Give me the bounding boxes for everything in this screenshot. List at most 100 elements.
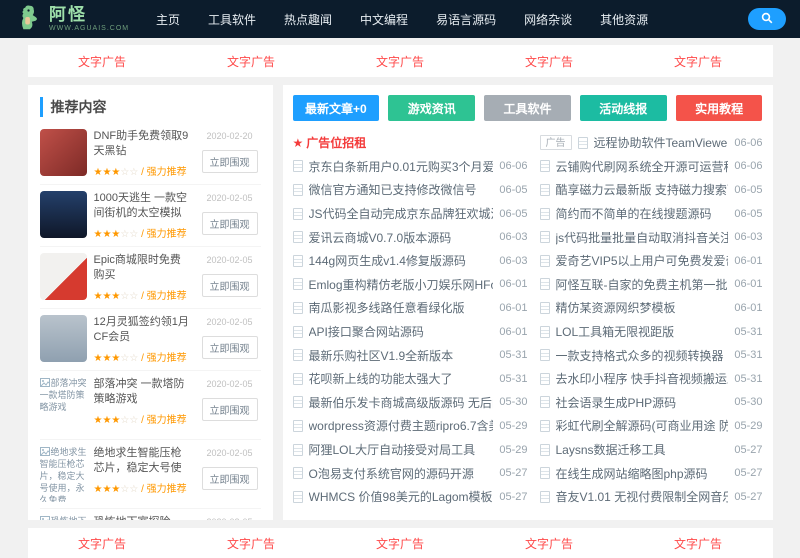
recommend-item[interactable]: 绝地求生智能压枪芯片，稳定大号使用，永久免费 绝地求生智能压枪芯片，稳定大号使用… [39, 440, 261, 509]
text-ad-link[interactable]: 文字广告 [376, 535, 424, 552]
article-row[interactable]: ★ 酷享磁力云最新版 支持磁力搜索下载和一... 06-05 [528, 178, 763, 202]
article-title[interactable]: 社会语录生成PHP源码 [556, 394, 729, 411]
text-ad-link[interactable]: 文字广告 [376, 53, 424, 70]
article-title[interactable]: 爱奇艺VIP5以上用户可免费发爱奇艺VIP红包 [556, 252, 729, 269]
article-row[interactable]: ★ 社会语录生成PHP源码 05-30 [528, 391, 763, 415]
article-title[interactable]: 远程协助软件TeamViewer v11 单文件版 [594, 134, 729, 151]
text-ad-link[interactable]: 文字广告 [78, 53, 126, 70]
article-title[interactable]: 精仿某资源网织梦模板 [556, 299, 729, 316]
article-row[interactable]: ★ js代码批量批量自动取消抖音关注 06-03 [528, 225, 763, 249]
article-title[interactable]: 微信官方通知已支持修改微信号 [309, 181, 494, 198]
article-title[interactable]: js代码批量批量自动取消抖音关注 [556, 229, 729, 246]
article-row[interactable]: ★ 在线生成网站缩略图php源码 05-27 [528, 461, 763, 485]
article-title[interactable]: 阿怪互联-自家的免费主机第一批正式开启 [556, 276, 729, 293]
recommend-item[interactable]: Epic商城限时免费购买《SUPERHOT》游戏 ★★★☆☆ / 强力推荐 20… [39, 247, 261, 309]
article-row[interactable]: ★ 精仿某资源网织梦模板 06-01 [528, 296, 763, 320]
watch-now-button[interactable]: 立即围观 [201, 274, 258, 297]
article-title[interactable]: 一款支持格式众多的视频转换器 [556, 347, 729, 364]
recommend-item[interactable]: 部落冲突 一款塔防策略游戏 部落冲突 一款塔防策略游戏 ★★★☆☆ / 强力推荐… [39, 371, 261, 440]
watch-now-button[interactable]: 立即围观 [201, 336, 258, 359]
article-row[interactable]: ★ 阿怪互联-自家的免费主机第一批正式开启 06-01 [528, 273, 763, 297]
article-title[interactable]: 南瓜影视多线路任意看绿化版 [309, 299, 494, 316]
article-title[interactable]: 音友V1.01 无视付费限制全网音乐无损免费... [556, 488, 729, 505]
article-row[interactable]: ★ 最新乐购社区V1.9全新版本 05-31 [292, 343, 528, 367]
article-title[interactable]: LOL工具箱无限视距版 [556, 323, 729, 340]
article-row[interactable]: ★ 去水印小程序 快手抖音视频搬运工上热门... 05-31 [528, 367, 763, 391]
article-title[interactable]: Laysns数据迁移工具 [556, 441, 729, 458]
article-row[interactable]: ★ 京东白条新用户0.01元购买3个月爱奇艺黄... 06-06 [292, 155, 528, 179]
search-button[interactable] [748, 8, 786, 30]
article-row[interactable]: ★ 一款支持格式众多的视频转换器 05-31 [528, 343, 763, 367]
article-title[interactable]: 简约而不简单的在线搜题源码 [556, 205, 729, 222]
article-row[interactable]: ★ 音友V1.01 无视付费限制全网音乐无损免费... 05-27 [528, 485, 763, 509]
article-title[interactable]: 144g网页生成v1.4修复版源码 [309, 252, 494, 269]
article-title[interactable]: 京东白条新用户0.01元购买3个月爱奇艺黄... [309, 158, 494, 175]
article-title[interactable]: wordpress资源付费主题ripro6.7含美化包... [309, 417, 494, 434]
nav-item[interactable]: 工具软件 [208, 11, 256, 28]
article-title[interactable]: 去水印小程序 快手抖音视频搬运工上热门... [556, 370, 729, 387]
article-row[interactable]: ★ 爱讯云商城V0.7.0版本源码 06-03 [292, 225, 528, 249]
article-title[interactable]: 最新伯乐发卡商城高级版源码 无后门 [309, 394, 494, 411]
article-row[interactable]: ★ Laysns数据迁移工具 05-27 [528, 438, 763, 462]
article-title[interactable]: O泡易支付系统官网的源码开源 [309, 465, 494, 482]
text-ad-link[interactable]: 文字广告 [78, 535, 126, 552]
article-title[interactable]: 云铺购代刷网系统全开源可运营程序搭建 [556, 158, 729, 175]
article-row[interactable]: ★ 云铺购代刷网系统全开源可运营程序搭建 06-06 [528, 155, 763, 179]
recommend-item[interactable]: DNF助手免费领取9天黑钻 ★★★☆☆ / 强力推荐 2020-02-20 立即… [39, 123, 261, 185]
article-row[interactable]: ★ 广告 远程协助软件TeamViewer v11 单文件版 06-06 [528, 131, 763, 155]
recommend-item[interactable]: 12月灵狐签约领1月CF会员 ★★★☆☆ / 强力推荐 2020-02-05 立… [39, 309, 261, 371]
article-title[interactable]: 酷享磁力云最新版 支持磁力搜索下载和一... [556, 181, 729, 198]
article-row[interactable]: ★ 花呗新上线的功能太强大了 05-31 [292, 367, 528, 391]
category-button[interactable]: 工具软件 [484, 95, 571, 121]
recommend-item[interactable]: 恐怖地下室探险 一款恐怖逃生解谜类游戏 恐怖地下室探险 一款恐怖逃生解谜类游戏 … [39, 509, 261, 520]
article-title[interactable]: 彩虹代刷全解源码(可商业用途 防黑) [556, 417, 729, 434]
article-title[interactable]: 花呗新上线的功能太强大了 [309, 370, 494, 387]
article-row[interactable]: ★ 简约而不简单的在线搜题源码 06-05 [528, 202, 763, 226]
article-title[interactable]: 广告位招租 [306, 134, 521, 151]
article-row[interactable]: ★ 爱奇艺VIP5以上用户可免费发爱奇艺VIP红包 06-01 [528, 249, 763, 273]
nav-item[interactable]: 易语言源码 [436, 11, 496, 28]
nav-item[interactable]: 中文编程 [360, 11, 408, 28]
nav-item[interactable]: 主页 [156, 11, 180, 28]
text-ad-link[interactable]: 文字广告 [525, 53, 573, 70]
category-button[interactable]: 活动线报 [579, 95, 667, 121]
article-row[interactable]: ★ 广告位招租 [293, 131, 528, 155]
article-row[interactable]: ★ 最新伯乐发卡商城高级版源码 无后门 05-30 [292, 391, 528, 415]
watch-now-button[interactable]: 立即围观 [201, 467, 258, 490]
article-row[interactable]: ★ API接口聚合网站源码 06-01 [292, 320, 528, 344]
recommend-item[interactable]: 1000天逃生 一款空间街机的太空模拟经营游戏 ★★★☆☆ / 强力推荐 202… [39, 185, 261, 247]
article-row[interactable]: ★ 微信官方通知已支持修改微信号 06-05 [292, 178, 528, 202]
article-row[interactable]: ★ 彩虹代刷全解源码(可商业用途 防黑) 05-29 [528, 414, 763, 438]
text-ad-link[interactable]: 文字广告 [227, 53, 275, 70]
article-row[interactable]: ★ O泡易支付系统官网的源码开源 05-27 [292, 461, 528, 485]
category-button[interactable]: 最新文章+0 [292, 95, 380, 121]
article-title[interactable]: API接口聚合网站源码 [309, 323, 494, 340]
article-row[interactable]: ★ JS代码全自动完成京东品牌狂欢城活动任务 06-05 [292, 202, 528, 226]
article-row[interactable]: ★ 144g网页生成v1.4修复版源码 06-03 [292, 249, 528, 273]
article-row[interactable]: ★ 南瓜影视多线路任意看绿化版 06-01 [292, 296, 528, 320]
article-row[interactable]: ★ wordpress资源付费主题ripro6.7含美化包... 05-29 [292, 414, 528, 438]
article-row[interactable]: ★ WHMCS 价值98美元的Lagom模板开源 05-27 [292, 485, 528, 509]
nav-item[interactable]: 热点趣闻 [284, 11, 332, 28]
article-title[interactable]: 爱讯云商城V0.7.0版本源码 [309, 229, 494, 246]
article-row[interactable]: ★ Emlog重构精仿老版小刀娱乐网HFoldao模... 06-01 [292, 273, 528, 297]
watch-now-button[interactable]: 立即围观 [201, 398, 258, 421]
watch-now-button[interactable]: 立即围观 [201, 212, 258, 235]
site-logo[interactable]: 阿怪 WWW.AGUAIS.COM [14, 2, 142, 37]
article-title[interactable]: WHMCS 价值98美元的Lagom模板开源 [309, 488, 494, 505]
text-ad-link[interactable]: 文字广告 [525, 535, 573, 552]
article-title[interactable]: 阿狸LOL大厅自动接受对局工具 [309, 441, 494, 458]
nav-item[interactable]: 其他资源 [600, 11, 648, 28]
category-button[interactable]: 游戏资讯 [388, 95, 476, 121]
text-ad-link[interactable]: 文字广告 [674, 535, 722, 552]
category-button[interactable]: 实用教程 [675, 95, 763, 121]
text-ad-link[interactable]: 文字广告 [674, 53, 722, 70]
article-title[interactable]: JS代码全自动完成京东品牌狂欢城活动任务 [309, 205, 494, 222]
article-row[interactable]: ★ 阿狸LOL大厅自动接受对局工具 05-29 [292, 438, 528, 462]
article-title[interactable]: Emlog重构精仿老版小刀娱乐网HFoldao模... [309, 276, 494, 293]
text-ad-link[interactable]: 文字广告 [227, 535, 275, 552]
article-row[interactable]: ★ LOL工具箱无限视距版 05-31 [528, 320, 763, 344]
nav-item[interactable]: 网络杂谈 [524, 11, 572, 28]
article-title[interactable]: 在线生成网站缩略图php源码 [556, 465, 729, 482]
watch-now-button[interactable]: 立即围观 [201, 150, 258, 173]
